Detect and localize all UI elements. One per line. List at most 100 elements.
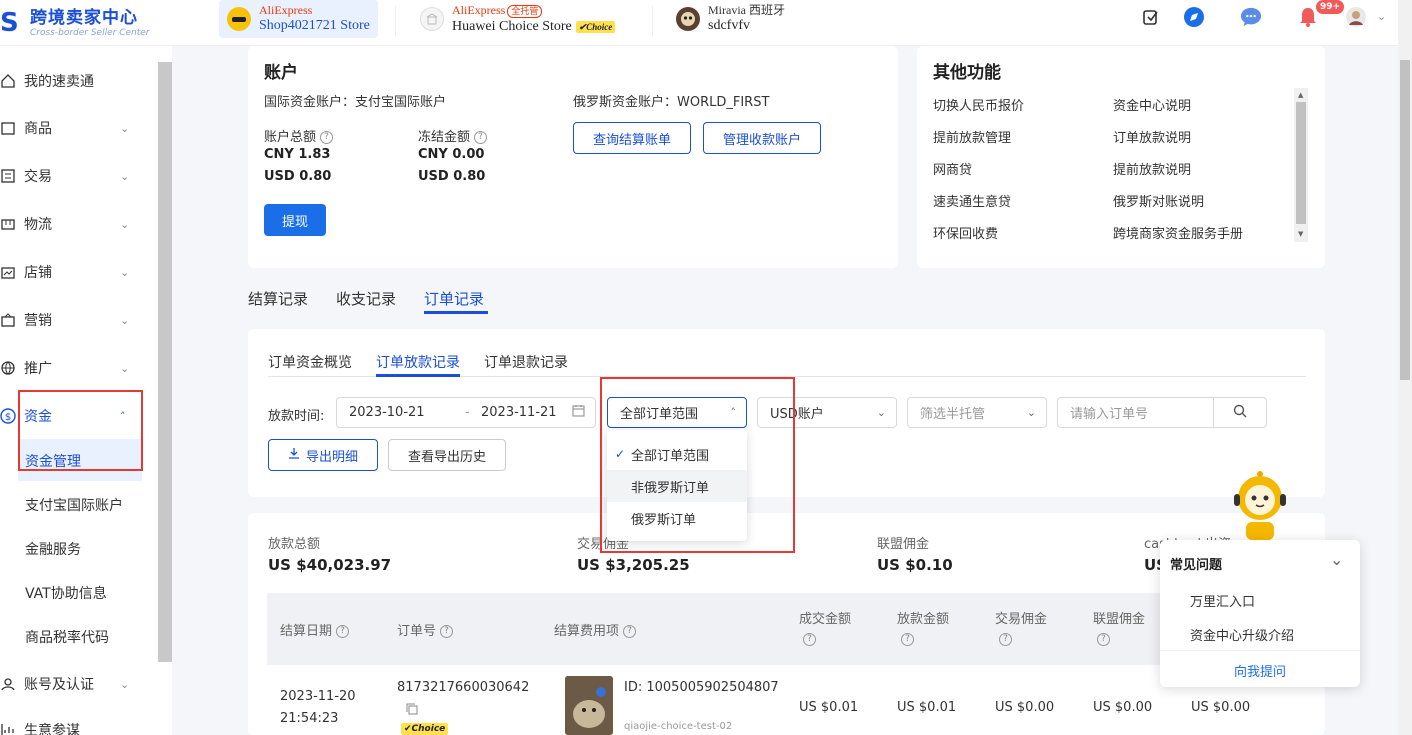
sidebar-item-analytics[interactable]: 生意参谋 <box>0 710 150 735</box>
subtab-order-refund[interactable]: 订单退款记录 <box>484 352 568 372</box>
row-product-name: qiaojie-choice-test-02 <box>624 721 733 732</box>
store-switch-aliexpress[interactable]: AliExpress Shop4021721 Store <box>219 0 378 38</box>
store-placeholder-icon <box>420 7 444 31</box>
ru-account-text: 俄罗斯资金账户：WORLD_FIRST <box>573 95 770 110</box>
search-icon <box>1233 404 1247 422</box>
export-history-button[interactable]: 查看导出历史 <box>388 439 506 471</box>
other-title: 其他功能 <box>933 63 1001 83</box>
brand-logo[interactable]: S 跨境卖家中心 Cross-border Seller Center <box>0 3 150 43</box>
chevron-down-icon[interactable]: ⌄ <box>1377 10 1386 23</box>
sidebar-item-promotion[interactable]: 推广 ⌄ <box>0 348 150 388</box>
help-icon: ? <box>901 633 914 646</box>
link-early-release[interactable]: 提前放款管理 <box>933 127 1011 146</box>
link-order-release-guide[interactable]: 订单放款说明 <box>1113 127 1191 146</box>
th-settle-date: 结算日期? <box>280 620 350 639</box>
sidebar-item-label: 交易 <box>24 169 52 185</box>
sidebar-item-label: 营销 <box>24 313 52 329</box>
frozen-usd: USD 0.80 <box>418 169 486 184</box>
faq-item-upgrade[interactable]: 资金中心升级介绍 <box>1190 625 1294 644</box>
withdraw-button[interactable]: 提现 <box>264 204 326 236</box>
other-scrollbar-track[interactable]: ▲ ▼ <box>1294 88 1308 242</box>
user-avatar[interactable] <box>1345 6 1367 28</box>
analytics-icon <box>0 722 16 735</box>
query-bill-button[interactable]: 查询结算账单 <box>573 122 691 154</box>
order-number-input[interactable]: 请输入订单号 <box>1057 397 1214 428</box>
frozen-cny: CNY 0.00 <box>418 147 485 162</box>
subtab-order-release[interactable]: 订单放款记录 <box>376 352 460 372</box>
sidebar-item-trade[interactable]: 交易 ⌄ <box>0 156 150 196</box>
sidebar-scrollbar[interactable] <box>158 62 172 662</box>
tab-income-expense[interactable]: 收支记录 <box>336 288 396 309</box>
date-range-picker[interactable]: 2023-10-21 - 2023-11-21 <box>336 397 596 428</box>
sidebar-item-label: 物流 <box>24 217 52 233</box>
chevron-down-icon: ⌄ <box>120 677 130 691</box>
sidebar-item-account[interactable]: 账号及认证 ⌄ <box>0 664 150 704</box>
notification-badge: 99+ <box>1316 0 1345 14</box>
top-header: S 跨境卖家中心 Cross-border Seller Center AliE… <box>0 0 1398 46</box>
th-deal-amount: 成交金额? <box>799 612 852 646</box>
tab-settlement[interactable]: 结算记录 <box>248 288 308 309</box>
edit-note-icon[interactable] <box>1140 6 1162 28</box>
compass-icon[interactable] <box>1183 6 1205 28</box>
product-icon <box>0 120 16 136</box>
date-start: 2023-10-21 <box>349 405 425 420</box>
store-switch-miravia[interactable]: Miravia 西班牙 sdcfvfv <box>668 0 808 38</box>
date-separator: - <box>465 405 470 420</box>
highlight-box-sidebar <box>18 390 143 471</box>
row-order-number[interactable]: 8173217660030642 <box>397 680 529 695</box>
link-switch-rmb[interactable]: 切换人民币报价 <box>933 95 1024 114</box>
link-early-release-guide[interactable]: 提前放款说明 <box>1113 159 1191 178</box>
semi-custody-select[interactable]: 筛选半托管 ⌄ <box>907 397 1047 428</box>
intl-account-text: 国际资金账户：支付宝国际账户 <box>264 95 447 110</box>
row-trade-commission: US $0.00 <box>995 700 1055 715</box>
row-extra-amount: US $0.00 <box>1191 700 1251 715</box>
assistant-robot-icon[interactable] <box>1228 468 1292 540</box>
ask-me-button[interactable]: 向我提问 <box>1160 661 1360 680</box>
total-usd: USD 0.80 <box>264 169 332 184</box>
sidebar-sub-finance-service[interactable]: 金融服务 <box>25 529 81 569</box>
chat-icon[interactable] <box>1240 6 1262 28</box>
account-title: 账户 <box>264 63 298 83</box>
sidebar-item-store[interactable]: 店铺 ⌄ <box>0 252 150 292</box>
copy-icon[interactable] <box>406 703 418 719</box>
sidebar-item-home[interactable]: 我的速卖通 <box>0 61 150 101</box>
page-scrollbar[interactable] <box>1398 0 1412 735</box>
tab-active-underline <box>424 311 488 314</box>
sidebar-item-logistics[interactable]: 物流 ⌄ <box>0 204 150 244</box>
help-icon: ? <box>1097 633 1110 646</box>
row-release-amount: US $0.01 <box>897 700 957 715</box>
store-switch-huawei[interactable]: AliExpress 全托管 Huawei Choice Store ✔Choice <box>412 0 642 38</box>
sidebar-item-label: 账号及认证 <box>24 677 94 693</box>
logistics-icon <box>0 216 16 232</box>
chevron-down-icon[interactable]: ⌄ <box>1330 550 1343 569</box>
sidebar-sub-vat-info[interactable]: VAT协助信息 <box>25 573 107 613</box>
sidebar-sub-alipay-intl[interactable]: 支付宝国际账户 <box>25 485 123 525</box>
store-shop-name: Huawei Choice Store <box>452 18 572 34</box>
subtab-active-underline <box>376 374 460 377</box>
chevron-down-icon: ⌄ <box>120 313 130 327</box>
full-custody-tag: 全托管 <box>507 4 543 18</box>
link-fund-center-guide[interactable]: 资金中心说明 <box>1113 95 1191 114</box>
link-recycle-fee[interactable]: 环保回收费 <box>933 223 998 242</box>
sidebar-item-product[interactable]: 商品 ⌄ <box>0 108 150 148</box>
aliexpress-store-icon <box>227 7 251 31</box>
faq-item-wanlihui[interactable]: 万里汇入口 <box>1190 591 1255 610</box>
manage-account-button[interactable]: 管理收款账户 <box>703 122 821 154</box>
user-icon <box>0 676 16 692</box>
tab-order-records[interactable]: 订单记录 <box>424 288 484 309</box>
total-label: 账户总额? <box>264 126 334 145</box>
subtab-order-overview[interactable]: 订单资金概览 <box>268 352 352 372</box>
export-detail-button[interactable]: 导出明细 <box>268 439 378 471</box>
sidebar-sub-tax-code[interactable]: 商品税率代码 <box>25 617 109 657</box>
sidebar-item-marketing[interactable]: 营销 ⌄ <box>0 300 150 340</box>
link-fund-handbook[interactable]: 跨境商家资金服务手册 <box>1113 223 1243 242</box>
link-mybank-loan[interactable]: 网商贷 <box>933 159 972 178</box>
download-icon <box>288 447 300 463</box>
link-business-loan[interactable]: 速卖通生意贷 <box>933 191 1011 210</box>
search-button[interactable] <box>1213 397 1267 428</box>
product-thumbnail[interactable] <box>565 676 613 735</box>
total-cny: CNY 1.83 <box>264 147 331 162</box>
faq-panel: 常见问题 ⌄ 万里汇入口 资金中心升级介绍 向我提问 <box>1160 540 1360 687</box>
link-russia-reconcile[interactable]: 俄罗斯对账说明 <box>1113 191 1204 210</box>
marketing-icon <box>0 312 16 328</box>
